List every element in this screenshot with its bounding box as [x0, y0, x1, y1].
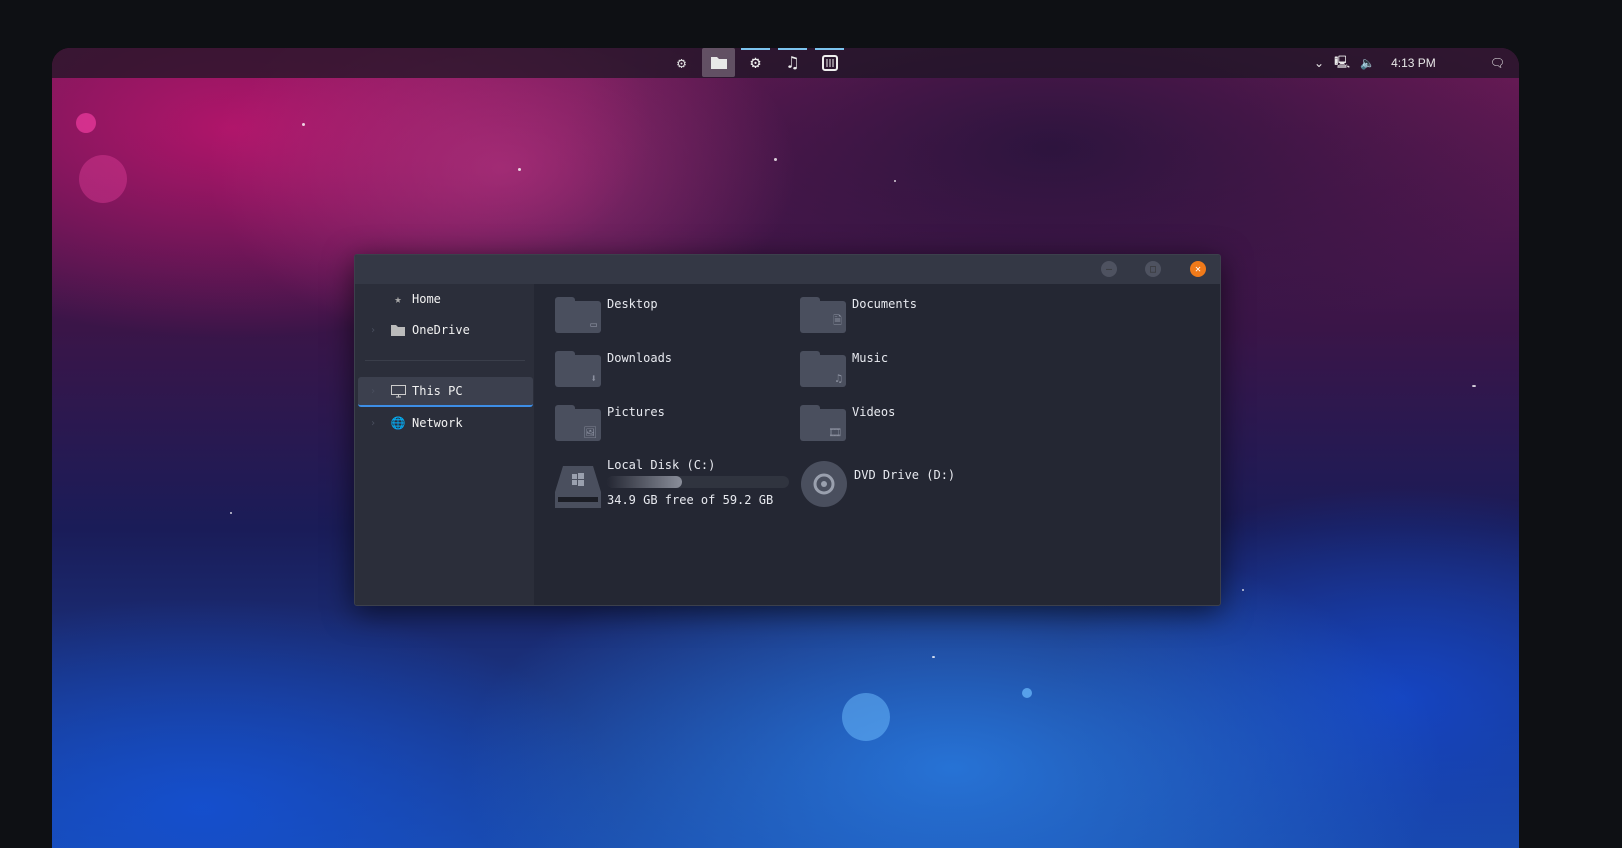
drive-d[interactable]: DVD Drive (D:) — [800, 460, 955, 508]
chevron-right-icon[interactable]: › — [358, 418, 388, 429]
sidebar-item-network[interactable]: › 🌐 Network — [358, 408, 533, 438]
folder-icon: ♫ — [800, 351, 846, 387]
mixer-icon — [821, 54, 838, 71]
chevron-right-icon[interactable]: › — [358, 386, 388, 397]
mixer-taskbar-button[interactable] — [813, 48, 846, 77]
folder-desktop[interactable]: ▭ Desktop — [555, 297, 658, 333]
folder-icon: 🗎 — [800, 297, 846, 333]
monitor-icon — [388, 384, 408, 398]
folder-label: Documents — [852, 297, 918, 311]
folder-downloads[interactable]: ⬇ Downloads — [555, 351, 672, 387]
volume-icon[interactable]: 🔈 — [1360, 56, 1375, 70]
hard-drive-icon — [555, 466, 601, 508]
ubuntu-icon: ⚙ — [676, 53, 687, 72]
sidebar-item-home[interactable]: ★ Home — [358, 284, 533, 314]
divider — [365, 360, 525, 361]
folder-videos[interactable]: 🎞 Videos — [800, 405, 895, 441]
network-monitor-icon[interactable]: 🖳 — [1334, 53, 1350, 74]
title-bar[interactable]: – □ ✕ — [355, 255, 1220, 284]
close-icon: ✕ — [1194, 263, 1202, 275]
folder-music[interactable]: ♫ Music — [800, 351, 888, 387]
star-icon: ★ — [394, 292, 402, 306]
folder-icon: 🎞 — [800, 405, 846, 441]
gear-icon: ⚙ — [750, 52, 761, 73]
music-icon: ♫ — [787, 52, 798, 73]
folder-label: Downloads — [607, 351, 673, 365]
folder-icon: 🖼 — [555, 405, 601, 441]
drive-label: Local Disk (C:) — [607, 458, 716, 472]
maximize-button[interactable]: □ — [1145, 261, 1161, 277]
ubuntu-launcher-button[interactable]: ⚙ — [665, 48, 698, 77]
chevron-down-icon[interactable]: ⌄ — [1314, 56, 1324, 70]
chevron-right-icon[interactable]: › — [358, 325, 388, 336]
sidebar-item-label: Network — [412, 416, 463, 430]
music-taskbar-button[interactable]: ♫ — [776, 48, 809, 77]
sidebar-item-onedrive[interactable]: › OneDrive — [358, 315, 533, 345]
folder-icon: ▭ — [555, 297, 601, 333]
minimize-icon: – — [1105, 263, 1113, 275]
dvd-icon — [801, 461, 847, 507]
folder-label: Music — [852, 351, 889, 365]
folder-documents[interactable]: 🗎 Documents — [800, 297, 917, 333]
clock[interactable]: 4:13 PM — [1391, 56, 1436, 70]
close-button[interactable]: ✕ — [1190, 261, 1206, 277]
drive-storage-text: 34.9 GB free of 59.2 GB — [607, 493, 774, 507]
globe-icon: 🌐 — [390, 416, 406, 430]
folder-icon — [388, 324, 408, 336]
files-taskbar-button[interactable] — [702, 48, 735, 77]
settings-taskbar-button[interactable]: ⚙ — [739, 48, 772, 77]
storage-bar — [607, 476, 789, 488]
content-area: ▭ Desktop 🗎 Documents ⬇ Downloads ♫ Music 🖼 P… — [534, 284, 1220, 605]
sidebar: ★ Home › OneDrive › This PC › 🌐 Network — [355, 284, 534, 605]
minimize-button[interactable]: – — [1101, 261, 1117, 277]
sidebar-item-this-pc[interactable]: › This PC — [358, 377, 533, 407]
maximize-icon: □ — [1149, 263, 1157, 275]
folder-label: Videos — [852, 405, 896, 419]
file-manager-window: – □ ✕ ★ Home › OneDrive › This PC › 🌐 Network… — [354, 254, 1221, 606]
sidebar-item-label: OneDrive — [412, 323, 470, 337]
sidebar-item-label: This PC — [412, 384, 463, 398]
notification-icon[interactable]: 🗨 — [1490, 56, 1505, 70]
folder-label: Pictures — [607, 405, 665, 419]
folder-icon — [710, 57, 727, 69]
taskbar: ⚙ ⚙ ♫ ⌄ 🖳 🔈 4:13 PM 🗨 — [52, 48, 1519, 78]
storage-bar-fill — [607, 476, 682, 488]
drive-c[interactable]: Local Disk (C:) 34.9 GB free of 59.2 GB — [555, 458, 789, 510]
sidebar-item-label: Home — [412, 292, 441, 306]
folder-pictures[interactable]: 🖼 Pictures — [555, 405, 665, 441]
drive-label: DVD Drive (D:) — [854, 468, 956, 482]
folder-icon: ⬇ — [555, 351, 601, 387]
folder-label: Desktop — [607, 297, 658, 311]
